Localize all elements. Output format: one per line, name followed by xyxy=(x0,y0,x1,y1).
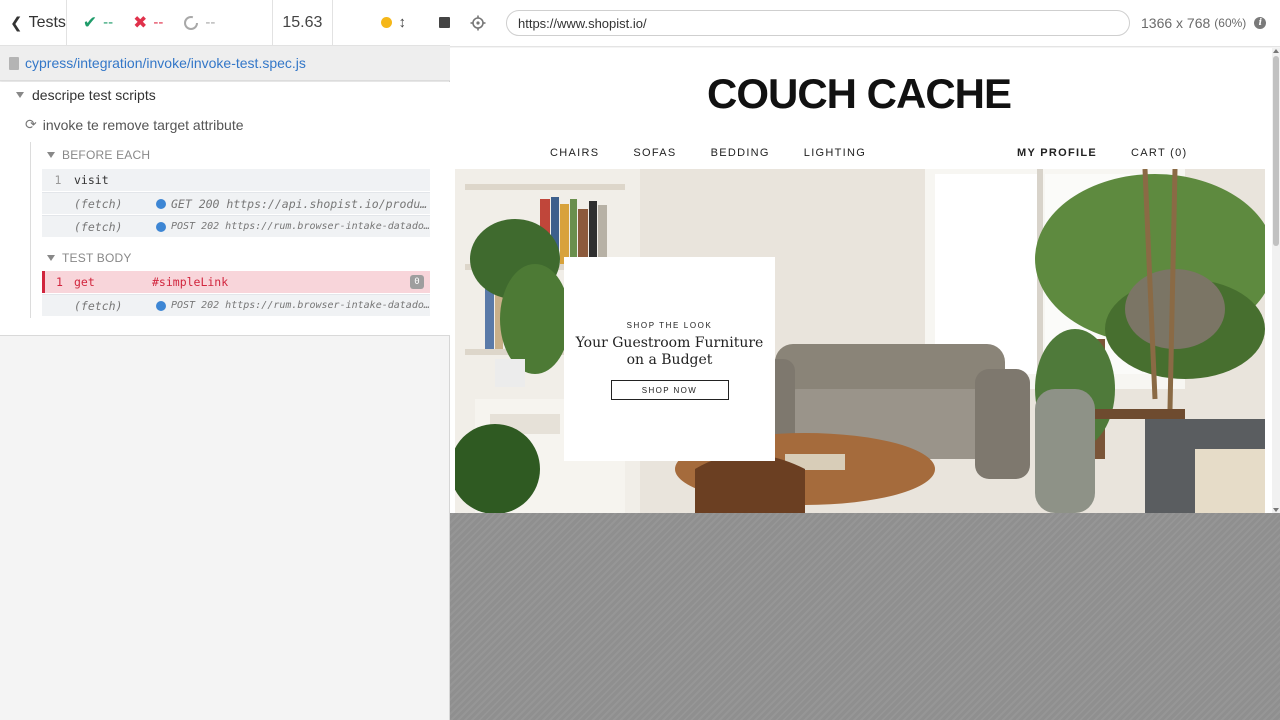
hook-before-each-label: BEFORE EACH xyxy=(62,148,151,162)
command-message: POST 202 https://rum.browser-intake-data… xyxy=(156,300,430,311)
reporter-header: ❮ Tests ✔ -- ✖ -- -- 15.63 ↕ xyxy=(0,0,450,46)
info-icon: i xyxy=(1254,17,1267,29)
reporter-panel: ❮ Tests ✔ -- ✖ -- -- 15.63 ↕ cypress/int… xyxy=(0,0,450,720)
file-icon xyxy=(9,56,19,70)
command-message-text: GET 200 https://api.shopist.io/produc… xyxy=(171,196,430,211)
shop-now-button[interactable]: SHOP NOW xyxy=(610,380,729,400)
app-under-test: https://www.shopist.io/ 1366 x 768 (60%)… xyxy=(450,0,1280,720)
nav-my-profile[interactable]: MY PROFILE xyxy=(1017,147,1097,159)
aut-header: https://www.shopist.io/ 1366 x 768 (60%)… xyxy=(450,0,1280,47)
test-title-text: invoke te remove target attribute xyxy=(42,116,244,133)
hook-test-body[interactable]: TEST BODY xyxy=(47,251,132,265)
command-visit[interactable]: 1 visit xyxy=(42,169,430,191)
command-message: GET 200 https://api.shopist.io/produc… xyxy=(156,197,430,211)
aut-iframe: COUCH CACHE CHAIRS SOFAS BEDDING LIGHTIN… xyxy=(450,48,1272,513)
command-number: 1 xyxy=(56,275,63,289)
caret-down-icon xyxy=(47,152,55,158)
pending-circle-icon xyxy=(184,15,199,30)
stop-icon[interactable] xyxy=(439,17,450,28)
request-dot-icon xyxy=(156,300,166,311)
run-controls: ↕ xyxy=(333,0,450,45)
duration: 15.63 xyxy=(272,0,333,45)
command-number: 1 xyxy=(54,173,62,187)
url-bar[interactable]: https://www.shopist.io/ xyxy=(506,10,1130,36)
spec-path-link[interactable]: cypress/integration/invoke/invoke-test.s… xyxy=(25,55,306,71)
hooks: BEFORE EACH 1 visit (fetch) GET 200 http… xyxy=(30,142,430,318)
nav-lighting[interactable]: LIGHTING xyxy=(804,147,866,159)
scroll-thumb[interactable] xyxy=(1273,56,1279,246)
promo-kicker: SHOP THE LOOK xyxy=(626,321,713,330)
element-count-badge: 0 xyxy=(410,275,424,289)
back-to-tests-button[interactable]: ❮ Tests xyxy=(0,0,67,45)
site-account-nav: MY PROFILE CART (0) xyxy=(1017,147,1187,159)
failed-count: ✖ -- xyxy=(133,13,163,33)
pending-count: -- xyxy=(183,14,215,31)
x-icon: ✖ xyxy=(133,12,148,32)
chevron-left-icon: ❮ xyxy=(10,14,23,32)
promo-card: SHOP THE LOOK Your Guestroom Furniture o… xyxy=(564,257,775,461)
request-dot-icon xyxy=(156,221,166,232)
auto-scroll-icon[interactable]: ↕ xyxy=(399,14,407,31)
site-logo[interactable]: COUCH CACHE xyxy=(450,70,1268,118)
running-indicator-icon xyxy=(380,17,392,28)
spec-path-bar: cypress/integration/invoke/invoke-test.s… xyxy=(0,46,450,81)
selector-playground-button[interactable] xyxy=(450,15,506,31)
nav-cart[interactable]: CART (0) xyxy=(1131,147,1187,159)
command-message: POST 202 https://rum.browser-intake-data… xyxy=(156,221,430,232)
command-message-text: #simpleLink xyxy=(152,275,229,289)
suite-title[interactable]: descripe test scripts xyxy=(16,87,156,103)
command-name: (fetch) xyxy=(74,298,123,313)
command-get-failed[interactable]: 1 get #simpleLink 0 xyxy=(42,271,430,293)
command-message-text: POST 202 https://rum.browser-intake-data… xyxy=(171,221,430,232)
cypress-runner: ❮ Tests ✔ -- ✖ -- -- 15.63 ↕ cypress/int… xyxy=(0,0,1280,720)
pending-value: -- xyxy=(205,14,216,31)
hook-before-each[interactable]: BEFORE EACH xyxy=(47,148,150,162)
request-dot-icon xyxy=(156,198,166,209)
back-label: Tests xyxy=(28,13,66,31)
command-message-text: POST 202 https://rum.browser-intake-data… xyxy=(171,300,430,311)
scroll-up-arrow-icon[interactable] xyxy=(1273,49,1279,53)
viewport-dimensions: 1366 x 768 xyxy=(1141,15,1211,31)
nav-sofas[interactable]: SOFAS xyxy=(633,147,676,159)
test-counts: ✔ -- ✖ -- -- xyxy=(67,0,272,45)
caret-down-icon xyxy=(16,92,24,98)
suite-title-text: descripe test scripts xyxy=(32,87,156,103)
nav-chairs[interactable]: CHAIRS xyxy=(550,147,599,159)
viewport-scale: (60%) xyxy=(1214,16,1247,30)
command-name: (fetch) xyxy=(74,219,123,234)
site-nav: CHAIRS SOFAS BEDDING LIGHTING xyxy=(550,147,866,159)
aut-scrollbar[interactable] xyxy=(1272,48,1280,513)
passed-count: ✔ -- xyxy=(83,13,113,33)
refresh-icon: ⟳ xyxy=(25,116,37,132)
failed-value: -- xyxy=(153,14,164,31)
command-name: get xyxy=(74,275,95,289)
passed-value: -- xyxy=(103,14,114,31)
aut-stage: COUCH CACHE CHAIRS SOFAS BEDDING LIGHTIN… xyxy=(450,48,1280,720)
test-title[interactable]: ⟳ invoke te remove target attribute xyxy=(25,116,244,133)
scroll-down-arrow-icon[interactable] xyxy=(1273,508,1279,512)
command-name: (fetch) xyxy=(74,196,123,211)
check-icon: ✔ xyxy=(82,12,98,32)
crosshair-icon xyxy=(470,15,486,31)
viewport-info[interactable]: 1366 x 768 (60%) i xyxy=(1141,15,1267,31)
promo-headline: Your Guestroom Furniture on a Budget xyxy=(575,335,764,368)
command-fetch[interactable]: (fetch) POST 202 https://rum.browser-int… xyxy=(42,215,430,237)
runnables-list: descripe test scripts ⟳ invoke te remove… xyxy=(0,82,450,336)
command-fetch[interactable]: (fetch) GET 200 https://api.shopist.io/p… xyxy=(42,192,430,214)
caret-down-icon xyxy=(47,255,55,261)
nav-bedding[interactable]: BEDDING xyxy=(711,147,770,159)
command-name: visit xyxy=(74,173,109,187)
command-fetch[interactable]: (fetch) POST 202 https://rum.browser-int… xyxy=(42,294,430,316)
hook-test-body-label: TEST BODY xyxy=(62,251,132,265)
